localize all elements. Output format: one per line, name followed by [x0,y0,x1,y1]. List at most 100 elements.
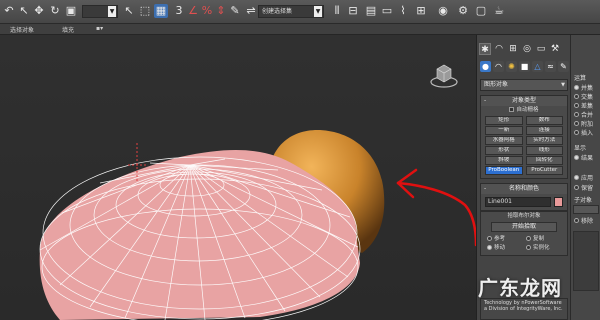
angle-snap-icon[interactable]: ∠ [186,4,200,18]
helpers-icon[interactable]: △ [532,61,543,72]
result-label: 结果 [581,155,594,162]
radio-icon[interactable] [574,103,579,108]
rotate-icon[interactable]: ↻ [48,4,62,18]
name-color-title[interactable]: - 名称和颜色 [481,184,567,194]
lights-icon[interactable]: ✺ [506,61,517,72]
align-icon[interactable]: ⊟ [346,4,360,18]
selection-filter-dropdown[interactable]: ▼ [82,5,118,18]
collapse-icon: - [484,97,487,104]
attach-label: 附加 [581,121,594,128]
pick-boolean-title[interactable]: 拾取布尔对象 [481,212,567,221]
start-picking-button[interactable]: 开始拾取 [491,222,557,232]
viewport-scene [0,35,476,320]
main-toolbar: ↶ ↖ ✥ ↻ ▣ ▼ ↖ ⬚ ▦ 3 ∠ % ⇕ ✎ ⇌ 创建选择集 ▼ ⫴ … [0,0,600,24]
object-type-button[interactable]: 回转化 [525,156,563,165]
keep-label: 保留 [581,185,594,192]
named-selection-value: 创建选择集 [262,8,293,15]
utilities-tab-icon[interactable]: ⚒ [549,43,561,55]
curve-editor-icon[interactable]: ⌇ [396,4,410,18]
render-teapot-icon[interactable]: ☕ [492,4,506,18]
insert-label: 插入 [581,130,594,137]
pick-mode-radios: 参考 复制 移动 实例化 [481,234,567,255]
radio-icon[interactable] [574,85,579,90]
geometry-icon[interactable]: ● [480,61,491,72]
chevron-down-icon: ▼ [561,82,565,88]
radio-icon[interactable] [574,175,579,180]
edit-named-selection-icon[interactable]: ✎ [228,4,242,18]
object-color-swatch[interactable] [554,197,563,207]
auto-grid-checkbox[interactable]: 自动栅格 [481,106,567,115]
name-color-rollout: - 名称和颜色 Line001 [480,183,568,211]
chevron-down-icon: ▼ [108,6,116,17]
spacewarps-icon[interactable]: ≈ [545,61,556,72]
object-type-button[interactable]: 连接 [525,126,563,135]
radio-reference[interactable]: 参考 [487,235,522,243]
spinner-snap-icon[interactable]: ⇕ [214,4,228,18]
radio-icon[interactable] [574,130,579,135]
object-type-button[interactable]: 斜坡 [485,156,523,165]
layer-manager-icon[interactable]: ▤ [364,4,378,18]
object-type-buttons: 矩形 数布 一新 连接 水器阿格 实时方法 形状 线形 斜坡 回转化 ProBo… [481,115,567,178]
render-setup-icon[interactable]: ⚙ [456,4,470,18]
object-type-button[interactable]: 水器阿格 [485,136,523,145]
chevron-down-icon: ▼ [314,6,322,17]
parameters-side-panel: 运算 并集 交集 差集 合并 附加 插入 显示 结果 应用 保留 子对象 移除 [570,35,600,320]
ribbon-options-icon[interactable]: ▪▾ [96,25,103,32]
toggle-ribbon-icon[interactable]: ▭ [380,4,394,18]
object-type-button[interactable]: 一新 [485,126,523,135]
rendered-frame-icon[interactable]: ▢ [474,4,488,18]
subobject-field[interactable] [573,205,599,214]
procutter-button[interactable]: ProCutter [525,166,563,175]
radio-instance[interactable]: 实例化 [526,244,561,252]
radio-icon[interactable] [574,121,579,126]
select-by-name-icon[interactable]: ↖ [122,4,136,18]
ribbon-item-populate[interactable]: 填充 [62,25,74,34]
select-object-icon[interactable]: ↖ [17,4,31,18]
object-type-button[interactable]: 线形 [525,146,563,155]
window-crossing-icon[interactable]: ▦ [154,4,168,18]
radio-icon [526,236,531,241]
radio-icon[interactable] [574,94,579,99]
schematic-view-icon[interactable]: ⊞ [414,4,428,18]
object-type-title[interactable]: - 对象类型 [481,96,567,106]
object-type-button[interactable]: 形状 [485,146,523,155]
ribbon-item-select[interactable]: 选择对象 [10,25,34,34]
object-type-button[interactable]: 实时方法 [525,136,563,145]
percent-snap-icon[interactable]: % [200,4,214,18]
cameras-icon[interactable]: ■ [519,61,530,72]
name-row: Line001 [481,194,567,210]
display-tab-icon[interactable]: ▭ [535,43,547,55]
mirror-tool-icon[interactable]: ⫴ [330,4,344,18]
radio-icon[interactable] [574,185,579,190]
object-type-button[interactable]: 数布 [525,116,563,125]
radio-icon[interactable] [574,155,579,160]
material-editor-icon[interactable]: ◉ [436,4,450,18]
intersection-label: 交集 [581,94,594,101]
systems-icon[interactable]: ✎ [558,61,569,72]
object-name-field[interactable]: Line001 [485,197,551,207]
create-tab-icon[interactable]: ✱ [479,43,491,55]
mirror-icon[interactable]: ⇌ [244,4,258,18]
named-selection-dropdown[interactable]: 创建选择集 ▼ [258,5,324,18]
hierarchy-tab-icon[interactable]: ⊞ [507,43,519,55]
proboolean-button[interactable]: ProBoolean [485,166,523,175]
radio-copy[interactable]: 复制 [526,235,561,243]
radio-move[interactable]: 移动 [487,244,522,252]
operand-list[interactable] [573,231,599,291]
undo-icon[interactable]: ↶ [2,4,16,18]
perspective-viewport[interactable] [0,35,476,320]
category-dropdown[interactable]: 图形对象 ▼ [480,79,568,91]
radio-icon[interactable] [574,112,579,117]
credits-info: Technology by nPowerSoftware a Division … [480,298,568,320]
move-icon[interactable]: ✥ [32,4,46,18]
select-region-icon[interactable]: ⬚ [138,4,152,18]
object-type-button[interactable]: 矩形 [485,116,523,125]
radio-icon[interactable] [574,218,579,223]
shapes-icon[interactable]: ◠ [493,61,504,72]
modify-tab-icon[interactable]: ◠ [493,43,505,55]
scale-icon[interactable]: ▣ [64,4,78,18]
site-watermark: 广东龙网 [478,276,562,300]
radio-icon [487,236,492,241]
motion-tab-icon[interactable]: ◎ [521,43,533,55]
snap-toggle-icon[interactable]: 3 [172,4,186,18]
